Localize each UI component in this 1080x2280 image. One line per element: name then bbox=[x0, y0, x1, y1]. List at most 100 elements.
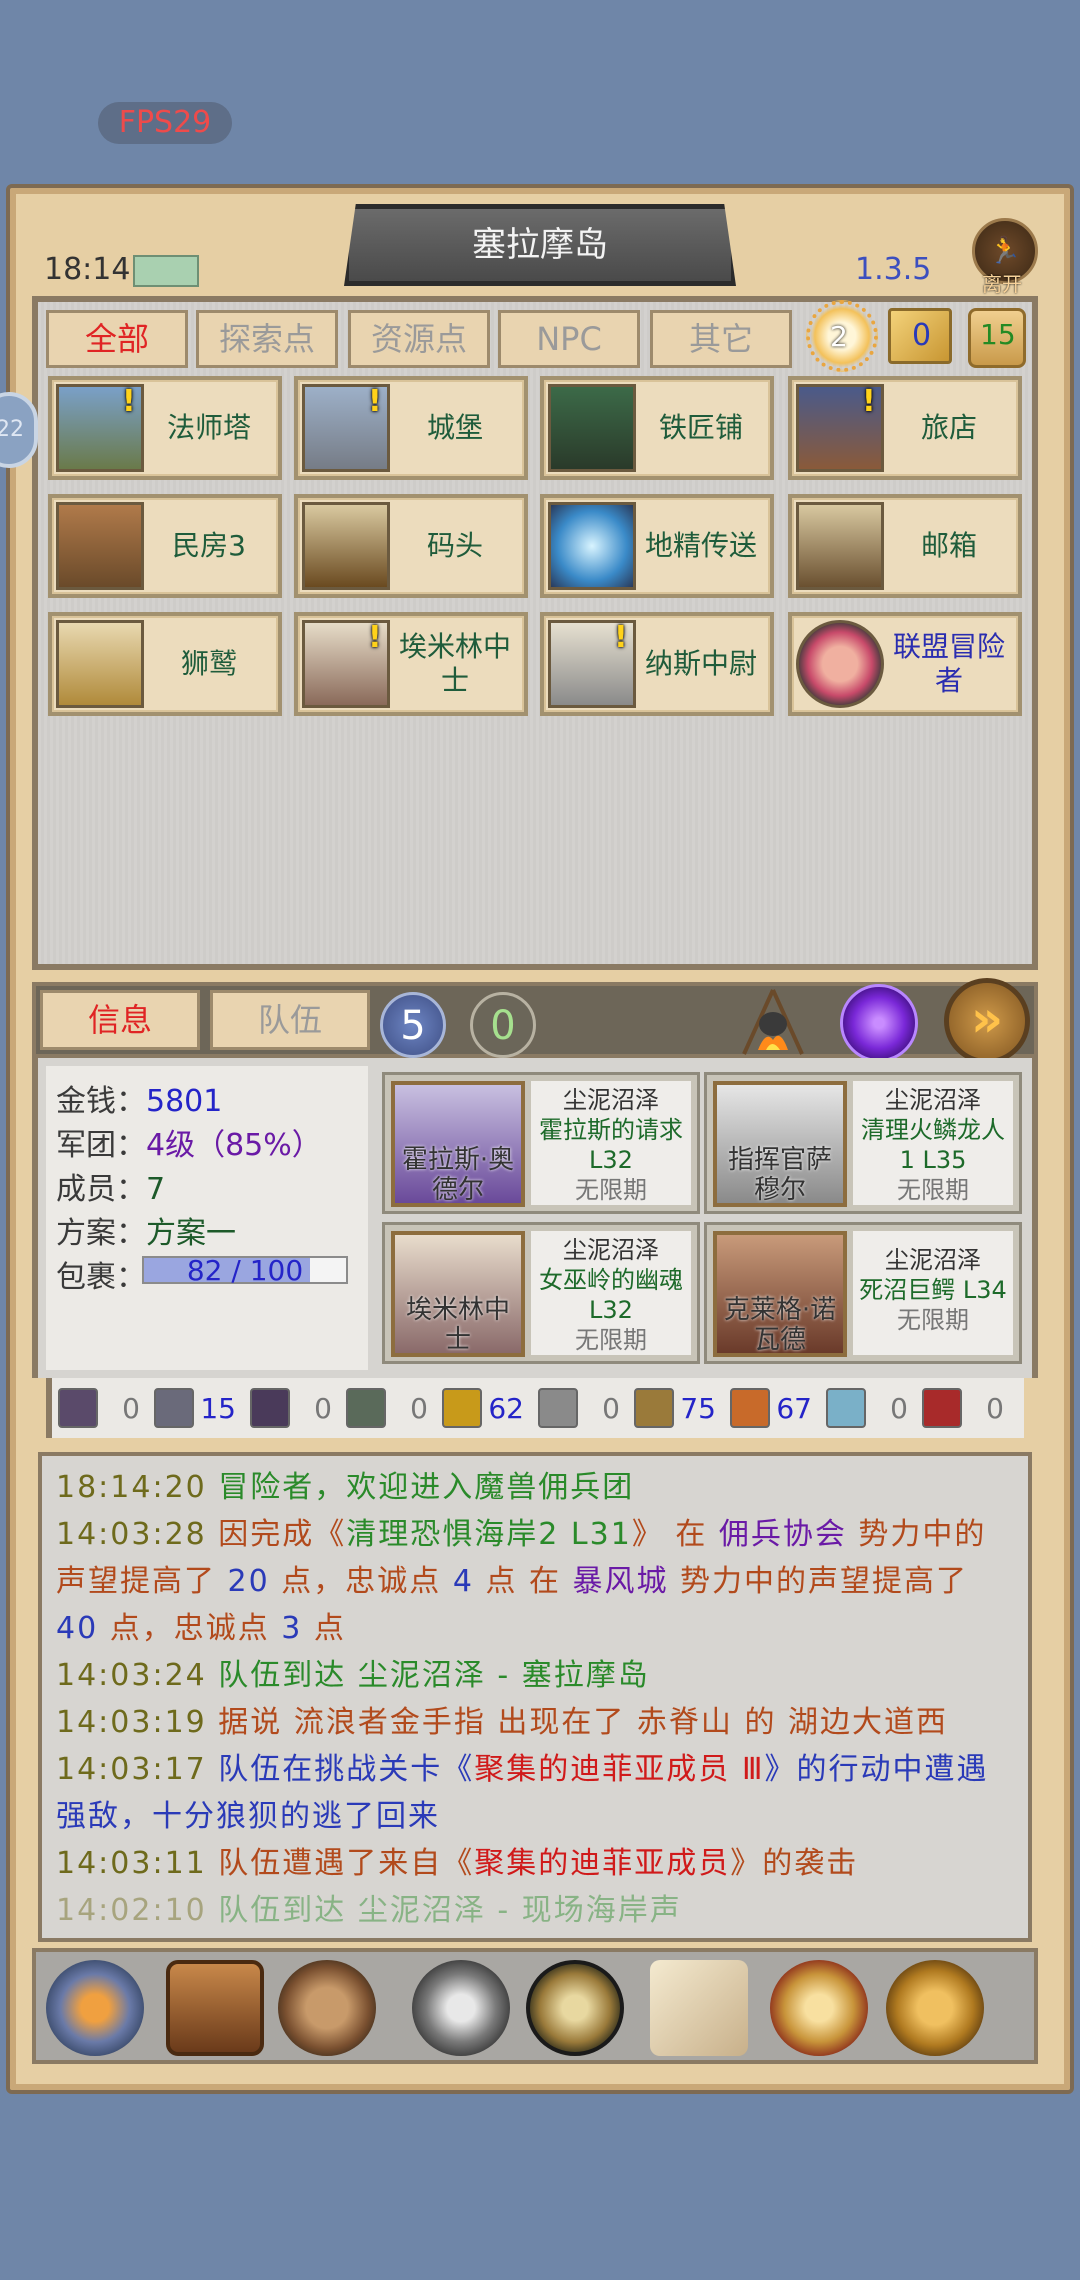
resource-item[interactable]: 0 bbox=[338, 1384, 434, 1432]
bag-label: 包裹： bbox=[56, 1260, 146, 1295]
location-name: 纳斯中尉 bbox=[644, 647, 757, 680]
message-log[interactable]: 18:14:20 冒险者，欢迎进入魔兽佣兵团 14:03:28 因完成《清理恐惧… bbox=[38, 1452, 1032, 1942]
location-card-blacksmith[interactable]: 铁匠铺 bbox=[540, 376, 774, 480]
quest-zone: 尘泥沼泽 bbox=[885, 1086, 981, 1114]
location-card-mailbox[interactable]: 邮箱 bbox=[788, 494, 1022, 598]
filter-tab-all[interactable]: 全部 bbox=[46, 310, 188, 368]
location-name: 铁匠铺 bbox=[658, 411, 743, 444]
quest-title: 霍拉斯的请求 bbox=[539, 1116, 683, 1144]
alert-icon: ! bbox=[368, 620, 382, 655]
legion-value: 4级（85%） bbox=[146, 1128, 322, 1163]
filter-tab-explore[interactable]: 探索点 bbox=[196, 310, 338, 368]
location-name: 法师塔 bbox=[166, 411, 251, 444]
quest-title: 女巫岭的幽魂 bbox=[539, 1266, 683, 1294]
log-time: 14:03:28 bbox=[56, 1517, 207, 1552]
leave-label[interactable]: 离开 bbox=[982, 268, 1022, 297]
zero-count-badge[interactable]: 0 bbox=[470, 992, 536, 1058]
location-card-alliance-adventurer[interactable]: 联盟冒险者 bbox=[788, 612, 1022, 716]
quest-card[interactable]: 埃米林中士 尘泥沼泽 女巫岭的幽魂 L32 无限期 bbox=[382, 1222, 700, 1364]
scroll-count: 15 bbox=[980, 318, 1016, 351]
location-card-lieutenant-nass[interactable]: ! 纳斯中尉 bbox=[540, 612, 774, 716]
tab-info[interactable]: 信息 bbox=[40, 990, 200, 1050]
dock-icon bbox=[302, 502, 390, 590]
blacksmith-icon bbox=[548, 384, 636, 472]
herb-icon bbox=[58, 1388, 98, 1428]
log-line: 14:03:17 队伍在挑战关卡《聚集的迪菲亚成员 Ⅲ》的行动中遭遇强敌，十分狼… bbox=[56, 1746, 1016, 1840]
log-text: 点 在 bbox=[473, 1564, 573, 1599]
log-line: 14:03:19 据说 流浪者金手指 出现在了 赤脊山 的 湖边大道西 bbox=[56, 1699, 1016, 1746]
location-card-castle[interactable]: ! 城堡 bbox=[294, 376, 528, 480]
armor-icon[interactable] bbox=[412, 1960, 510, 2056]
fps-counter: FPS29 bbox=[98, 102, 232, 144]
resource-item[interactable]: 0 bbox=[914, 1384, 1010, 1432]
clock: 18:14 bbox=[44, 252, 131, 287]
log-time: 14:03:17 bbox=[56, 1752, 207, 1787]
quest-card[interactable]: 克莱格·诺瓦德 尘泥沼泽 死沼巨鳄 L34 无限期 bbox=[704, 1222, 1022, 1364]
potion-icon bbox=[826, 1388, 866, 1428]
log-text: 点，忠诚点 bbox=[98, 1611, 282, 1646]
quest-expiry: 无限期 bbox=[897, 1306, 969, 1334]
log-number: 40 bbox=[56, 1611, 99, 1646]
log-time: 14:03:11 bbox=[56, 1846, 207, 1881]
log-number: 3 bbox=[281, 1611, 303, 1646]
resource-item[interactable]: 0 bbox=[242, 1384, 338, 1432]
settings-gears-icon[interactable] bbox=[886, 1960, 984, 2056]
location-card-inn[interactable]: ! 旅店 bbox=[788, 376, 1022, 480]
filter-tab-npc[interactable]: NPC bbox=[498, 310, 640, 368]
money-row: 金钱：5801 bbox=[56, 1076, 222, 1120]
team-count-badge[interactable]: 5 bbox=[380, 992, 446, 1058]
bag-row: 包裹： bbox=[56, 1252, 146, 1296]
log-message: 队伍到达 尘泥沼泽 - 塞拉摩岛 bbox=[218, 1658, 650, 1693]
quest-scroll-icon[interactable] bbox=[650, 1960, 748, 2056]
location-card-sergeant-emilin[interactable]: ! 埃米林中士 bbox=[294, 612, 528, 716]
trophy-icon[interactable] bbox=[770, 1960, 868, 2056]
log-text: 势力中的声望提高了 bbox=[668, 1564, 969, 1599]
location-name: 码头 bbox=[426, 529, 483, 562]
money-value: 5801 bbox=[146, 1084, 223, 1119]
tab-team[interactable]: 队伍 bbox=[210, 990, 370, 1050]
log-text: 点 bbox=[302, 1611, 346, 1646]
fast-forward-button[interactable]: » bbox=[944, 978, 1030, 1064]
location-card-goblin-teleport[interactable]: 地精传送 bbox=[540, 494, 774, 598]
treasure-chest-icon[interactable] bbox=[166, 1960, 264, 2056]
plan-row[interactable]: 方案：方案一 bbox=[56, 1208, 236, 1252]
filter-tab-resource[interactable]: 资源点 bbox=[348, 310, 490, 368]
filter-tab-other[interactable]: 其它 bbox=[650, 310, 792, 368]
location-title: 塞拉摩岛 bbox=[344, 204, 736, 286]
resource-item[interactable]: 75 bbox=[626, 1384, 722, 1432]
quest-card[interactable]: 霍拉斯·奥德尔 尘泥沼泽 霍拉斯的请求 L32 无限期 bbox=[382, 1072, 700, 1214]
location-card-mage-tower[interactable]: ! 法师塔 bbox=[48, 376, 282, 480]
log-number: 20 bbox=[227, 1564, 270, 1599]
location-card-house[interactable]: 民房3 bbox=[48, 494, 282, 598]
hero-crest-icon[interactable] bbox=[46, 1960, 144, 2056]
bag-progress-text: 82 / 100 bbox=[186, 1254, 304, 1287]
portal-icon[interactable] bbox=[840, 984, 918, 1062]
quest-level: L32 bbox=[589, 1146, 633, 1174]
quest-info: 尘泥沼泽 女巫岭的幽魂 L32 无限期 bbox=[531, 1231, 691, 1355]
resource-item[interactable]: 0 bbox=[50, 1384, 146, 1432]
quest-level: L32 bbox=[589, 1296, 633, 1324]
dwarf-helm-icon[interactable] bbox=[278, 1960, 376, 2056]
quest-expiry: 无限期 bbox=[575, 1326, 647, 1354]
members-row: 成员：7 bbox=[56, 1164, 165, 1208]
quest-npc-name: 霍拉斯·奥德尔 bbox=[401, 1145, 515, 1205]
location-card-gryphon[interactable]: 狮鹫 bbox=[48, 612, 282, 716]
resource-item[interactable]: 0 bbox=[530, 1384, 626, 1432]
resource-count: 15 bbox=[200, 1392, 236, 1425]
quest-card[interactable]: 指挥官萨穆尔 尘泥沼泽 清理火鳞龙人 1 L35 无限期 bbox=[704, 1072, 1022, 1214]
mail-count: 0 bbox=[912, 318, 932, 353]
log-line: 14:03:28 因完成《清理恐惧海岸2 L31》 在 佣兵协会 势力中的声望提… bbox=[56, 1511, 1016, 1652]
resource-item[interactable]: 67 bbox=[722, 1384, 818, 1432]
log-number: 4 bbox=[452, 1564, 474, 1599]
legion-label: 军团： bbox=[56, 1128, 146, 1163]
members-value: 7 bbox=[146, 1172, 166, 1207]
resource-item[interactable]: 0 bbox=[818, 1384, 914, 1432]
mailbox-icon bbox=[796, 502, 884, 590]
log-line: 14:03:11 队伍遭遇了来自《聚集的迪菲亚成员》的袭击 bbox=[56, 1840, 1016, 1887]
log-text: 因完成《 bbox=[218, 1517, 347, 1552]
location-card-dock[interactable]: 码头 bbox=[294, 494, 528, 598]
campfire-icon[interactable] bbox=[736, 984, 810, 1058]
resource-item[interactable]: 62 bbox=[434, 1384, 530, 1432]
compass-rune-icon[interactable] bbox=[526, 1960, 624, 2056]
resource-item[interactable]: 15 bbox=[146, 1384, 242, 1432]
